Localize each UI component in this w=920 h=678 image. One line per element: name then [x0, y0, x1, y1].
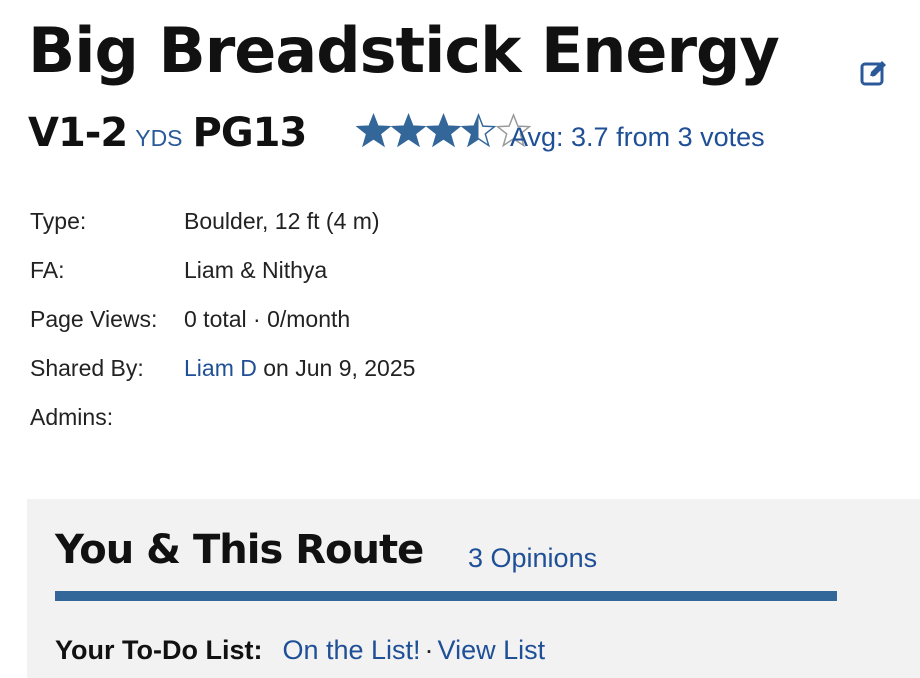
avg-rating-link[interactable]: Avg: 3.7 from 3 votes [510, 122, 765, 153]
edit-icon[interactable] [860, 58, 890, 88]
star-rating[interactable] [356, 112, 531, 149]
separator: · [424, 635, 434, 665]
section-heading: You & This Route [55, 527, 424, 573]
you-and-this-route-section: You & This Route 3 Opinions Your To-Do L… [27, 499, 920, 678]
view-list-link[interactable]: View List [438, 635, 546, 665]
fa-label: FA: [30, 257, 65, 283]
section-divider [55, 591, 837, 601]
safety-rating: PG13 [192, 110, 308, 156]
admins-value [184, 404, 415, 453]
detail-row-fa: FA: Liam & Nithya [30, 257, 415, 306]
views-value: 0 total · 0/month [184, 306, 351, 332]
title-row: Big Breadstick Energy [28, 14, 780, 88]
todo-row: Your To-Do List: On the List! · View List [55, 635, 545, 666]
route-details-table: Type: Boulder, 12 ft (4 m) FA: Liam & Ni… [30, 208, 415, 453]
opinions-link[interactable]: 3 Opinions [468, 543, 597, 574]
route-title: Big Breadstick Energy [28, 14, 780, 87]
detail-row-views: Page Views: 0 total · 0/month [30, 306, 415, 355]
shared-date: on Jun 9, 2025 [263, 355, 416, 381]
star-full-icon [356, 112, 391, 148]
detail-row-shared: Shared By: Liam D on Jun 9, 2025 [30, 355, 415, 404]
route-grade: V1-2 [28, 110, 128, 156]
detail-row-admins: Admins: [30, 404, 415, 453]
todo-label: Your To-Do List: [55, 635, 263, 665]
route-page: Big Breadstick Energy V1-2 YDS PG13 Avg:… [0, 0, 920, 678]
star-full-icon [391, 112, 426, 148]
detail-row-type: Type: Boulder, 12 ft (4 m) [30, 208, 415, 257]
shared-label: Shared By: [30, 355, 144, 381]
star-half-icon [461, 112, 496, 148]
star-full-icon [426, 112, 461, 148]
grade-row: V1-2 YDS PG13 [28, 110, 308, 156]
shared-value: Liam D on Jun 9, 2025 [184, 355, 415, 404]
todo-status-link[interactable]: On the List! [282, 635, 420, 665]
grade-system-link[interactable]: YDS [135, 125, 182, 152]
fa-value: Liam & Nithya [184, 257, 328, 283]
shared-user-link[interactable]: Liam D [184, 355, 257, 381]
views-label: Page Views: [30, 306, 158, 332]
type-value: Boulder, 12 ft (4 m) [184, 208, 380, 234]
admins-label: Admins: [30, 404, 114, 430]
type-label: Type: [30, 208, 87, 234]
